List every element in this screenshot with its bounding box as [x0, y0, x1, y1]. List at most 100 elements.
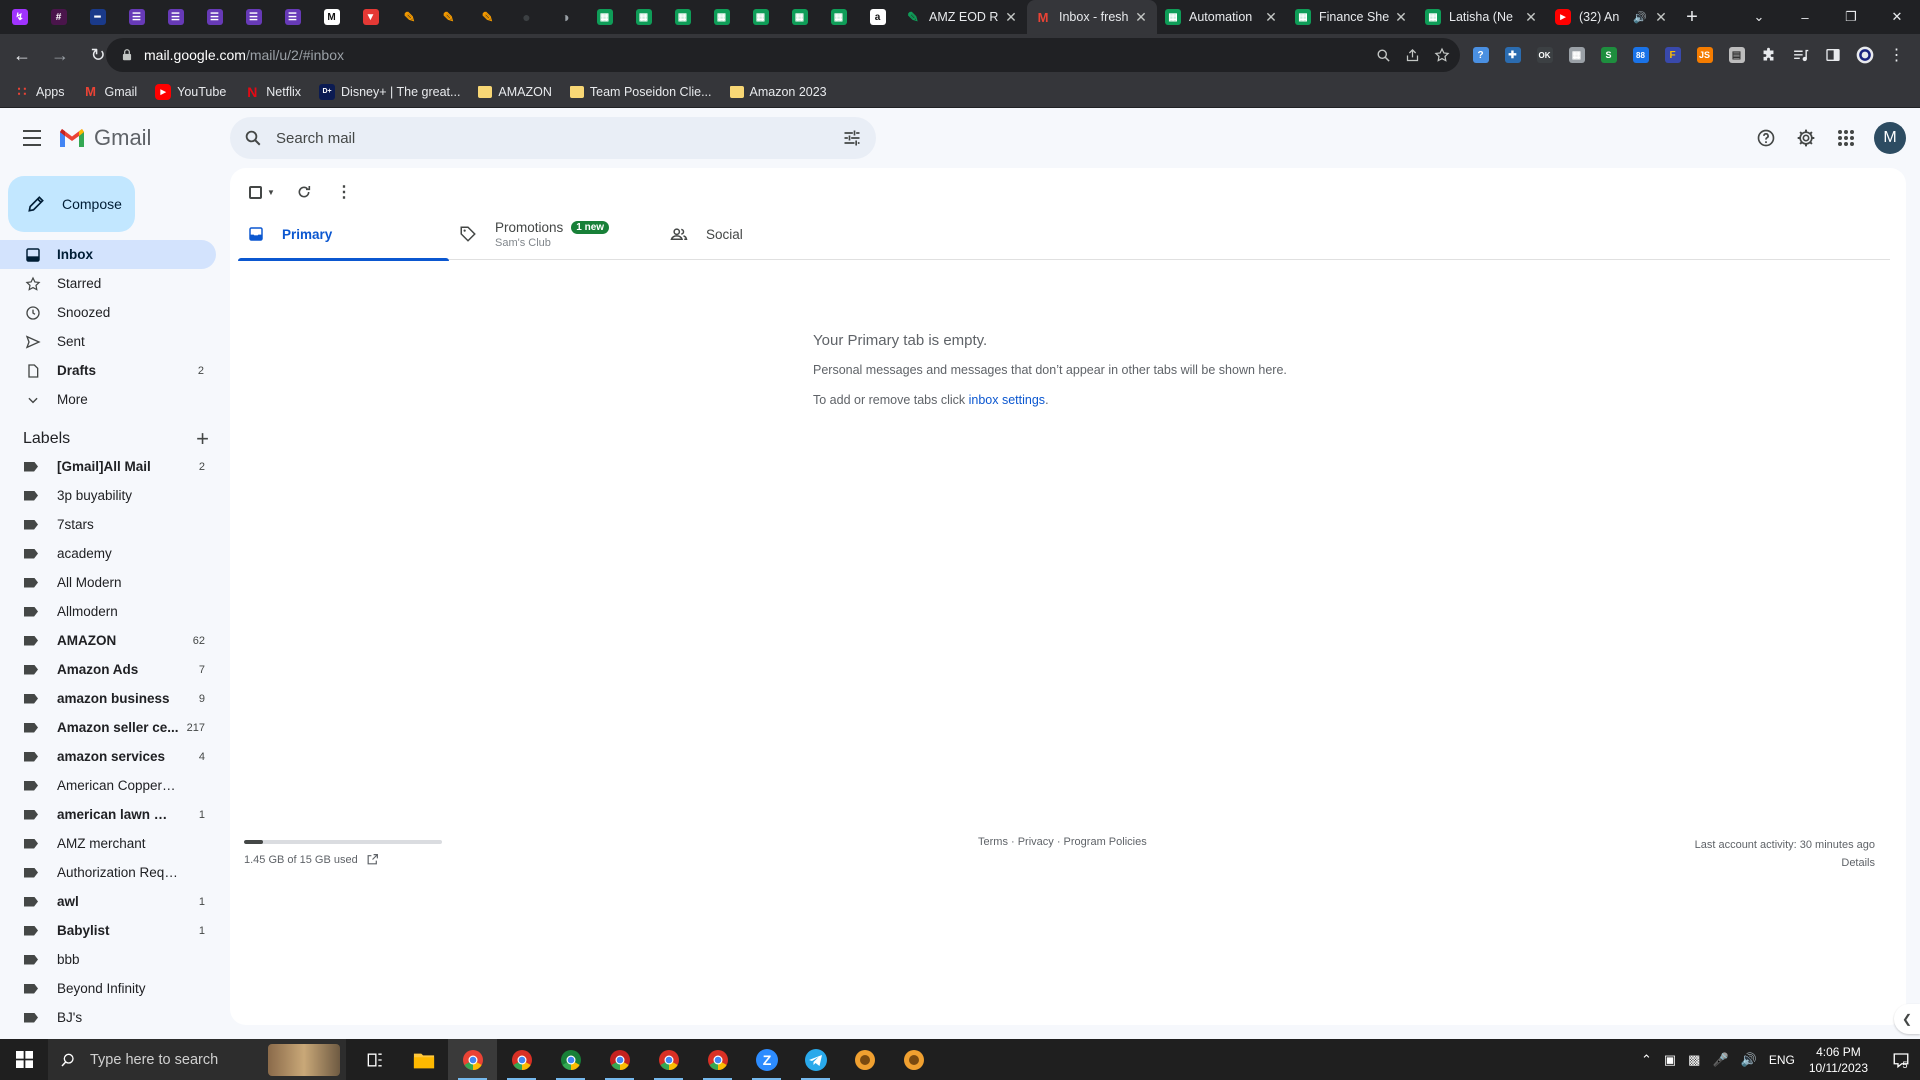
bookmark-item[interactable]: AMAZON — [478, 85, 552, 99]
search-bar[interactable] — [230, 117, 876, 159]
extensions-puzzle-icon[interactable] — [1758, 45, 1779, 66]
sidebar-item-drafts[interactable]: Drafts 2 — [0, 356, 216, 385]
bookmark-item[interactable]: D+ Disney+ | The great... — [319, 83, 460, 100]
chrome-icon[interactable] — [693, 1039, 742, 1080]
close-tab-icon[interactable]: ✕ — [1523, 9, 1539, 26]
tab-promotions[interactable]: Promotions 1 new Sam's Club — [449, 208, 660, 260]
tab-social[interactable]: Social — [660, 208, 871, 260]
browser-tab[interactable]: ▶ (32) An 🔊 ✕ — [1547, 0, 1677, 34]
pinned-tab[interactable]: ▦ — [741, 0, 780, 34]
label-item[interactable]: 7stars — [0, 510, 216, 539]
label-item[interactable]: amazon services 4 — [0, 742, 216, 771]
task-view-icon[interactable] — [350, 1039, 399, 1080]
label-item[interactable]: Babylist 1 — [0, 916, 216, 945]
camera-icon[interactable]: ▩ — [1688, 1052, 1700, 1068]
restore-button[interactable]: ❐ — [1828, 0, 1874, 34]
label-item[interactable]: academy — [0, 539, 216, 568]
google-apps-icon[interactable] — [1826, 118, 1866, 158]
footer-links[interactable]: Terms · Privacy · Program Policies — [978, 836, 1147, 848]
extension-icon[interactable]: JS — [1694, 45, 1715, 66]
close-tab-icon[interactable]: ✕ — [1653, 9, 1669, 26]
side-panel-toggle-icon[interactable]: ❮ — [1894, 1004, 1920, 1034]
forward-button[interactable]: → — [44, 39, 76, 71]
pinned-tab[interactable]: ▦ — [663, 0, 702, 34]
gmail-logo[interactable]: Gmail — [58, 125, 151, 151]
sidebar-item-starred[interactable]: Starred — [0, 269, 216, 298]
search-input[interactable] — [276, 129, 796, 147]
label-item[interactable]: Amazon Ads 7 — [0, 655, 216, 684]
pinned-tab[interactable]: ━ — [78, 0, 117, 34]
pinned-tab[interactable]: ▦ — [624, 0, 663, 34]
windows-start-icon[interactable] — [0, 1039, 48, 1080]
settings-gear-icon[interactable] — [1786, 118, 1826, 158]
pinned-tab[interactable]: # — [39, 0, 78, 34]
network-icon[interactable]: ▣ — [1664, 1052, 1676, 1068]
tab-search-icon[interactable]: ⌄ — [1736, 0, 1782, 34]
chrome-icon[interactable] — [644, 1039, 693, 1080]
taskbar-clock[interactable]: 4:06 PM 10/11/2023 — [1809, 1044, 1868, 1076]
media-control-icon[interactable] — [1790, 45, 1811, 66]
pinned-tab[interactable]: ✎ — [468, 0, 507, 34]
pinned-tab[interactable]: ☰ — [273, 0, 312, 34]
close-tab-icon[interactable]: ✕ — [1003, 9, 1019, 26]
bookmark-item[interactable]: N Netflix — [244, 84, 301, 100]
sidebar-item-snoozed[interactable]: Snoozed — [0, 298, 216, 327]
bookmark-item[interactable]: Amazon 2023 — [729, 85, 827, 99]
details-link[interactable]: Details — [1695, 854, 1875, 872]
chrome-icon[interactable] — [448, 1039, 497, 1080]
label-item[interactable]: All Modern — [0, 568, 216, 597]
main-menu-icon[interactable] — [20, 126, 44, 150]
browser-tab[interactable]: ▦ Finance She ✕ — [1287, 0, 1417, 34]
pinned-tab[interactable]: ▦ — [780, 0, 819, 34]
tab-primary[interactable]: Primary — [238, 208, 449, 261]
extension-icon[interactable]: 88 — [1630, 45, 1651, 66]
pinned-tab[interactable]: ☰ — [156, 0, 195, 34]
chrome-menu-icon[interactable]: ⋮ — [1886, 45, 1907, 66]
pinned-tab[interactable]: ✎ — [390, 0, 429, 34]
close-tab-icon[interactable]: ✕ — [1393, 9, 1409, 26]
extension-icon[interactable]: ▦ — [1566, 45, 1587, 66]
telegram-icon[interactable] — [791, 1039, 840, 1080]
refresh-icon[interactable] — [288, 176, 320, 208]
search-icon[interactable] — [244, 129, 262, 147]
label-item[interactable]: 3p buyability — [0, 481, 216, 510]
language-indicator[interactable]: ENG — [1769, 1053, 1795, 1067]
extension-icon[interactable]: F — [1662, 45, 1683, 66]
bookmark-star-icon[interactable] — [1434, 47, 1450, 63]
account-avatar[interactable]: M — [1874, 122, 1906, 154]
sidebar-item-inbox[interactable]: Inbox — [0, 240, 216, 269]
pinned-tab[interactable]: ☰ — [117, 0, 156, 34]
bookmark-item[interactable]: Team Poseidon Clie... — [569, 85, 712, 99]
chrome-icon[interactable] — [497, 1039, 546, 1080]
new-tab-button[interactable]: + — [1677, 0, 1707, 34]
chrome-icon[interactable] — [546, 1039, 595, 1080]
share-icon[interactable] — [1405, 48, 1420, 63]
extension-icon[interactable]: OK — [1534, 45, 1555, 66]
app-icon[interactable] — [840, 1039, 889, 1080]
pinned-tab[interactable]: ▦ — [585, 0, 624, 34]
profile-icon[interactable] — [1854, 45, 1875, 66]
pinned-tab[interactable]: ▼ — [351, 0, 390, 34]
pinned-tab[interactable]: ↯ — [0, 0, 39, 34]
help-icon[interactable] — [1746, 118, 1786, 158]
volume-icon[interactable]: 🔊 — [1741, 1052, 1757, 1068]
browser-tab[interactable]: ▦ Latisha (Ne ✕ — [1417, 0, 1547, 34]
label-item[interactable]: AMAZON 62 — [0, 626, 216, 655]
sidebar-item-sent[interactable]: Sent — [0, 327, 216, 356]
microphone-icon[interactable]: 🎤 — [1712, 1052, 1728, 1068]
browser-tab[interactable]: ▦ Automation ✕ — [1157, 0, 1287, 34]
select-all-checkbox[interactable]: ▼ — [244, 176, 280, 208]
label-item[interactable]: amazon business 9 — [0, 684, 216, 713]
taskbar-search-box[interactable]: Type here to search — [48, 1039, 346, 1080]
address-bar[interactable]: mail.google.com/mail/u/2/#inbox — [106, 38, 1460, 72]
extension-icon[interactable]: S — [1598, 45, 1619, 66]
close-tab-icon[interactable]: ✕ — [1263, 9, 1279, 26]
sidebar-item-more[interactable]: More — [0, 385, 216, 414]
pinned-tab[interactable]: ◑ — [546, 0, 585, 34]
label-item[interactable]: Amazon seller ce... 217 — [0, 713, 216, 742]
pinned-tab[interactable]: ▦ — [702, 0, 741, 34]
label-item[interactable]: awl 1 — [0, 887, 216, 916]
create-label-icon[interactable]: + — [196, 426, 209, 452]
chrome-icon[interactable] — [595, 1039, 644, 1080]
extension-icon[interactable]: ✚ — [1502, 45, 1523, 66]
